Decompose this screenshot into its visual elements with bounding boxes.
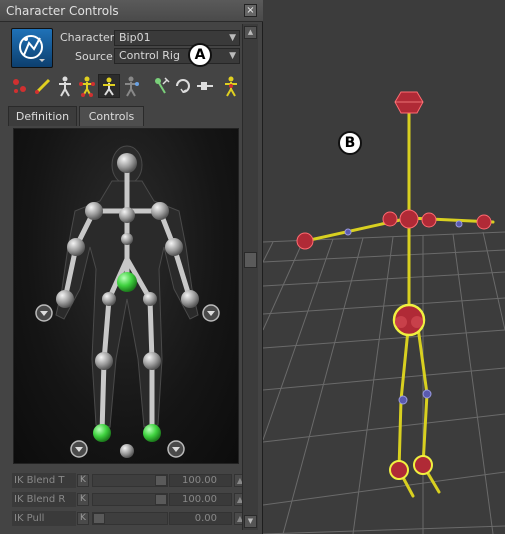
property-value[interactable]: 0.00 [169,512,232,525]
tab-controls[interactable]: Controls [79,106,144,126]
ik-pull-slider[interactable] [92,512,168,525]
key-button[interactable]: K [77,493,89,506]
selection-icon[interactable] [98,74,120,98]
pin-effector-icon[interactable] [32,74,54,98]
character-value: Bip01 [119,31,151,44]
ik-blend-r-slider[interactable] [92,493,168,506]
left-ankle-effector[interactable] [93,424,111,442]
chest-joint[interactable] [119,207,135,223]
property-row-ik-pull: IK Pull K 0.00 ▲ [12,511,246,527]
left-hand-expand-icon[interactable] [35,304,53,322]
character-icon[interactable] [11,28,53,68]
ground-grid [263,231,505,534]
scroll-down-icon[interactable]: ▼ [244,515,257,528]
reach-icon[interactable] [220,74,242,98]
slider-knob[interactable] [93,513,105,524]
source-label: Source: [75,50,117,63]
foot-controls[interactable] [389,455,433,480]
window-title: Character Controls [6,4,119,18]
panel-scrollbar[interactable]: ▲ ▼ [242,24,258,530]
hips-effector[interactable] [117,272,137,292]
right-hand-expand-icon[interactable] [202,304,220,322]
expand-arrows[interactable] [35,304,220,458]
head-joint[interactable] [117,153,137,173]
body-part-icon[interactable] [76,74,98,98]
character-rig[interactable] [296,91,495,498]
pin-icon[interactable] [194,74,216,98]
floor-contact-joint[interactable] [120,444,134,458]
character-dropdown[interactable]: Bip01 ▼ [114,30,240,46]
right-wrist-joint[interactable] [181,290,199,308]
property-label: IK Blend T [12,473,76,488]
property-label: IK Pull [12,511,76,526]
spine-joint[interactable] [121,233,133,245]
left-foot-expand-icon[interactable] [70,440,88,458]
scroll-up-icon[interactable]: ▲ [244,26,257,39]
source-dropdown[interactable]: Control Rig ▼ [114,48,240,64]
head-control-icon[interactable] [394,91,424,114]
shoulder-controls[interactable] [296,209,492,250]
right-hip-joint[interactable] [143,292,157,306]
callout-b: B [338,131,362,155]
chevron-down-icon: ▼ [229,33,236,43]
character-figure-view [13,128,239,464]
chevron-down-icon: ▼ [229,51,236,61]
left-knee-joint[interactable] [95,352,113,370]
property-row-ik-blend-t: IK Blend T K 100.00 ▲ [12,473,246,489]
left-shoulder-joint[interactable] [85,202,103,220]
right-ankle-effector[interactable] [143,424,161,442]
3d-viewport[interactable]: B [263,0,505,534]
key-button[interactable]: K [77,512,89,525]
left-wrist-joint[interactable] [56,290,74,308]
left-elbow-joint[interactable] [67,238,85,256]
property-row-ik-blend-r: IK Blend R K 100.00 ▲ [12,492,246,508]
key-button[interactable]: K [77,474,89,487]
effector-select-icon[interactable] [10,74,32,98]
property-value[interactable]: 100.00 [169,474,232,487]
property-value[interactable]: 100.00 [169,493,232,506]
tab-definition[interactable]: Definition [8,106,77,126]
full-body-icon[interactable] [54,74,76,98]
character-controls-panel: Character Controls × Character: Bip01 ▼ … [0,0,263,534]
slider-knob[interactable] [155,475,167,486]
ik-blend-t-slider[interactable] [92,474,168,487]
property-label: IK Blend R [12,492,76,507]
left-hip-joint[interactable] [102,292,116,306]
right-elbow-joint[interactable] [165,238,183,256]
right-foot-expand-icon[interactable] [167,440,185,458]
toolbar [8,74,248,100]
right-knee-joint[interactable] [143,352,161,370]
title-bar[interactable]: Character Controls × [0,0,263,22]
character-label: Character: [60,31,118,44]
pelvis-control-icon[interactable] [392,303,426,337]
source-value: Control Rig [119,49,180,62]
rotate-effector-icon[interactable] [172,74,194,98]
move-effector-icon[interactable] [150,74,172,98]
close-button[interactable]: × [244,4,257,17]
callout-a: A [188,43,212,67]
slider-knob[interactable] [155,494,167,505]
right-shoulder-joint[interactable] [151,202,169,220]
pick-icon[interactable] [120,74,142,98]
scroll-thumb[interactable] [244,252,257,268]
